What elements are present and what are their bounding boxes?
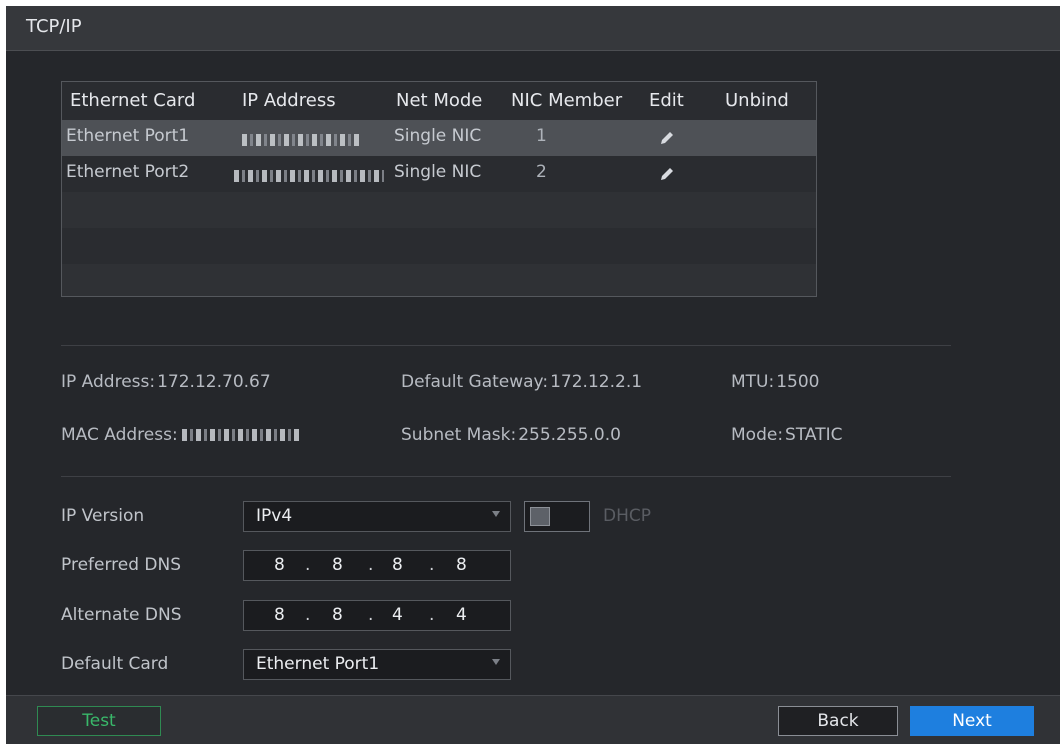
- mode-value: STATIC: [785, 425, 843, 445]
- title-bar: TCP/IP: [6, 6, 1060, 51]
- alternate-dns-input[interactable]: 8 . 8 . 4 . 4: [243, 600, 511, 631]
- ip-octet[interactable]: 4: [392, 605, 403, 625]
- table-row[interactable]: Ethernet Port2 Single NIC 2: [62, 156, 816, 192]
- col-unbind: Unbind: [725, 90, 789, 111]
- chevron-down-icon: [492, 511, 500, 517]
- footer-bar: Test Back Next: [6, 695, 1060, 744]
- preferred-dns-input[interactable]: 8 . 8 . 8 . 8: [243, 550, 511, 581]
- row-ip-address-masked: [234, 167, 384, 187]
- ip-dot: .: [305, 605, 311, 625]
- ip-dot: .: [429, 605, 435, 625]
- ip-address-value: 172.12.70.67: [157, 372, 271, 392]
- table-header: Ethernet Card IP Address Net Mode NIC Me…: [62, 82, 816, 120]
- row-nic-member: 2: [536, 162, 547, 182]
- gateway-label: Default Gateway:: [401, 372, 549, 392]
- ip-version-select[interactable]: IPv4: [243, 501, 511, 532]
- subnet-mask-info: Subnet Mask: 255.255.0.0: [401, 425, 621, 445]
- col-edit: Edit: [649, 90, 684, 111]
- row-nic-member: 1: [536, 126, 547, 146]
- ip-address-info: IP Address: 172.12.70.67: [61, 372, 271, 392]
- default-card-label: Default Card: [61, 654, 169, 674]
- row-net-mode: Single NIC: [394, 126, 482, 146]
- pencil-icon[interactable]: [659, 130, 675, 146]
- mac-address-masked: [181, 429, 302, 441]
- next-button[interactable]: Next: [910, 706, 1034, 736]
- subnet-mask-value: 255.255.0.0: [518, 425, 621, 445]
- row-card-name: Ethernet Port1: [66, 126, 190, 146]
- table-row-empty: [62, 228, 816, 264]
- mode-label: Mode:: [731, 425, 784, 445]
- ip-octet[interactable]: 8: [332, 605, 343, 625]
- alternate-dns-label: Alternate DNS: [61, 605, 182, 625]
- divider: [61, 345, 951, 346]
- ip-octet[interactable]: 8: [332, 555, 343, 575]
- table-row-empty: [62, 264, 816, 296]
- ip-version-label: IP Version: [61, 506, 145, 526]
- subnet-mask-label: Subnet Mask:: [401, 425, 517, 445]
- dhcp-label: DHCP: [603, 506, 651, 526]
- row-card-name: Ethernet Port2: [66, 162, 190, 182]
- ip-dot: .: [429, 555, 435, 575]
- ip-octet[interactable]: 4: [456, 605, 467, 625]
- ip-dot: .: [368, 555, 374, 575]
- back-button[interactable]: Back: [778, 706, 898, 736]
- ip-address-label: IP Address:: [61, 372, 156, 392]
- col-ip-address: IP Address: [242, 90, 336, 111]
- table-row-empty: [62, 192, 816, 228]
- ethernet-card-table: Ethernet Card IP Address Net Mode NIC Me…: [61, 81, 817, 297]
- divider: [61, 476, 951, 477]
- mac-address-info: MAC Address:: [61, 425, 302, 445]
- col-nic-member: NIC Member: [511, 90, 623, 111]
- toggle-knob: [530, 507, 550, 526]
- ip-octet[interactable]: 8: [274, 555, 285, 575]
- pencil-icon[interactable]: [659, 166, 675, 182]
- ip-dot: .: [305, 555, 311, 575]
- dhcp-toggle[interactable]: [524, 501, 590, 532]
- window-title: TCP/IP: [26, 16, 82, 37]
- mtu-label: MTU:: [731, 372, 775, 392]
- gateway-value: 172.12.2.1: [550, 372, 643, 392]
- chevron-down-icon: [492, 659, 500, 665]
- mac-address-label: MAC Address:: [61, 425, 178, 445]
- ip-octet[interactable]: 8: [274, 605, 285, 625]
- row-ip-address-masked: [242, 131, 362, 151]
- default-card-value: Ethernet Port1: [256, 654, 380, 674]
- ip-octet[interactable]: 8: [392, 555, 403, 575]
- table-row[interactable]: Ethernet Port1 Single NIC 1: [62, 120, 816, 156]
- ip-version-value: IPv4: [256, 506, 293, 526]
- default-card-select[interactable]: Ethernet Port1: [243, 649, 511, 680]
- col-net-mode: Net Mode: [396, 90, 483, 111]
- preferred-dns-label: Preferred DNS: [61, 555, 182, 575]
- tcpip-window: TCP/IP Ethernet Card IP Address Net Mode…: [6, 6, 1060, 744]
- mode-info: Mode: STATIC: [731, 425, 842, 445]
- ip-dot: .: [368, 605, 374, 625]
- mtu-info: MTU: 1500: [731, 372, 820, 392]
- gateway-info: Default Gateway: 172.12.2.1: [401, 372, 642, 392]
- mtu-value: 1500: [776, 372, 820, 392]
- ip-octet[interactable]: 8: [456, 555, 467, 575]
- test-button[interactable]: Test: [37, 706, 161, 736]
- col-ethernet-card: Ethernet Card: [70, 90, 196, 111]
- row-net-mode: Single NIC: [394, 162, 482, 182]
